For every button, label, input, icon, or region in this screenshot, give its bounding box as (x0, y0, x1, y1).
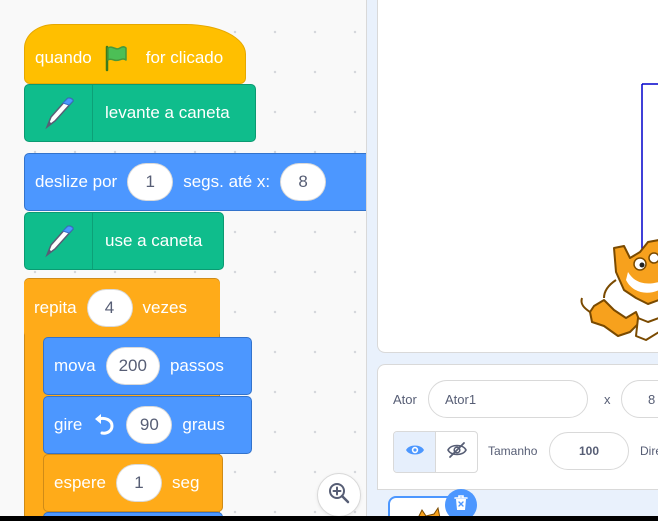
trash-icon (453, 494, 469, 517)
turn-label: gire (54, 415, 83, 434)
move-steps-input[interactable]: 200 (105, 347, 160, 385)
times-label: vezes (142, 298, 187, 317)
steps-label: passos (169, 356, 224, 375)
wait-label: espere (54, 473, 106, 492)
move-steps-block[interactable]: mova 200 passos (43, 337, 252, 395)
glide-secs-input[interactable]: 1 (127, 163, 174, 201)
pen-icon (25, 85, 93, 141)
when-label: quando (35, 48, 92, 67)
cat-sprite (580, 239, 658, 341)
glide-to-xy-block[interactable]: deslize por 1 segs. até x: 8 (24, 153, 366, 211)
seconds-label: seg (171, 473, 200, 492)
wait-block[interactable]: espere 1 seg (43, 454, 223, 512)
size-value: 100 (578, 444, 600, 458)
glide-x-input[interactable]: 8 (280, 163, 327, 201)
sprite-name-value: Ator1 (445, 391, 477, 407)
when-flag-clicked-block[interactable]: quando for clicado (24, 24, 246, 84)
pen-down-label: use a caneta (105, 231, 203, 250)
repeat-times-input[interactable]: 4 (86, 289, 133, 327)
pen-icon (25, 213, 93, 269)
repeat-header[interactable]: repita 4 vezes (24, 279, 220, 337)
visibility-toggle[interactable] (393, 431, 478, 473)
rotate-left-icon (92, 413, 116, 437)
size-label: Tamanho (488, 444, 538, 458)
pen-up-block[interactable]: levante a caneta (24, 84, 256, 142)
pen-up-label: levante a caneta (105, 103, 230, 122)
code-area[interactable]: quando for clicado levante a caneta desl… (0, 0, 366, 521)
stage[interactable] (377, 0, 658, 353)
green-flag-icon (102, 44, 130, 72)
eye-slash-icon (446, 441, 467, 464)
zoom-in-button[interactable] (317, 473, 361, 517)
x-position-value: 8 (648, 391, 656, 407)
wait-secs-input[interactable]: 1 (115, 464, 162, 502)
sprite-label: Ator (393, 392, 417, 407)
bottom-bar (0, 516, 658, 521)
turn-left-block[interactable]: gire 90 graus (43, 396, 252, 454)
degrees-label: graus (182, 415, 225, 434)
hide-sprite-button[interactable] (436, 432, 477, 472)
size-input[interactable]: 100 (549, 432, 629, 470)
clicked-label: for clicado (145, 48, 224, 67)
stage-canvas (580, 83, 658, 341)
glide-to-x-label: segs. até x: (183, 172, 271, 191)
pen-down-block[interactable]: use a caneta (24, 212, 224, 270)
show-sprite-button[interactable] (394, 432, 436, 472)
turn-degrees-input[interactable]: 90 (126, 406, 173, 444)
x-label: x (604, 392, 611, 407)
repeat-label: repita (34, 298, 77, 317)
glide-label: deslize por (35, 172, 118, 191)
move-label: mova (54, 356, 96, 375)
eye-icon (405, 443, 425, 462)
x-position-input[interactable]: 8 (621, 380, 658, 418)
direction-label: Dire (640, 444, 658, 458)
sprite-name-input[interactable]: Ator1 (428, 380, 588, 418)
zoom-in-icon (327, 481, 351, 510)
